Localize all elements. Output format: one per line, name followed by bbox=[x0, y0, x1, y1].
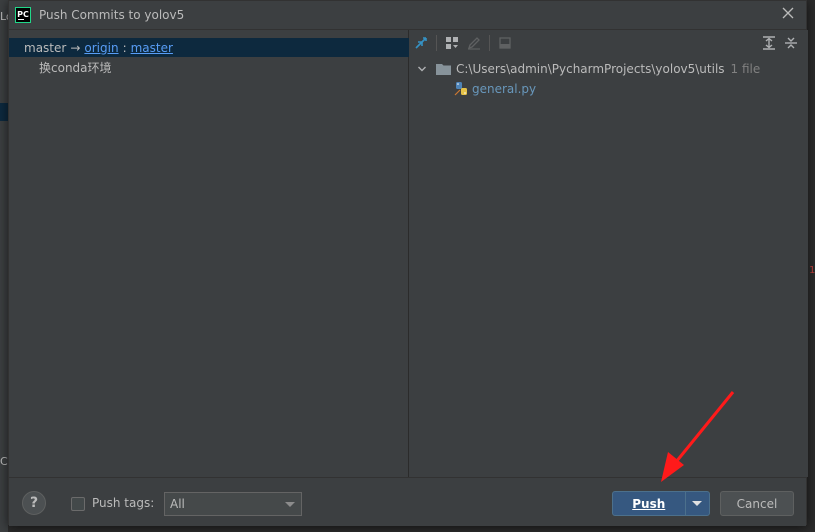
shelve-icon[interactable] bbox=[494, 33, 516, 53]
push-tags-dropdown[interactable]: All bbox=[164, 492, 302, 516]
toolbar-separator bbox=[436, 35, 437, 51]
commit-item[interactable]: 换conda环境 bbox=[39, 59, 112, 76]
expand-all-icon[interactable] bbox=[758, 33, 780, 53]
push-options-dropdown[interactable] bbox=[686, 492, 710, 515]
close-icon[interactable] bbox=[780, 6, 796, 22]
toolbar-right-group bbox=[758, 33, 802, 53]
file-tree-node[interactable]: general.py bbox=[454, 80, 536, 98]
background-left-selection bbox=[0, 103, 8, 121]
push-arrow: → bbox=[70, 40, 81, 55]
local-branch-name: master bbox=[24, 40, 67, 55]
push-split-button[interactable]: Push bbox=[612, 491, 710, 516]
toolbar-separator bbox=[489, 35, 490, 51]
branch-mapping-row[interactable]: master → origin : master bbox=[9, 38, 409, 57]
commits-pane: master → origin : master 换conda环境 bbox=[9, 30, 409, 477]
push-tags-checkbox[interactable] bbox=[71, 497, 85, 511]
background-ide-left-strip bbox=[0, 0, 8, 532]
dialog-footer: ? Push tags: All Push Cancel bbox=[9, 477, 806, 526]
remote-name-link[interactable]: origin bbox=[84, 41, 118, 55]
python-file-icon bbox=[454, 81, 470, 97]
file-name: general.py bbox=[472, 82, 537, 96]
show-diff-icon[interactable] bbox=[410, 33, 432, 53]
folder-icon bbox=[436, 63, 452, 75]
folder-tree-node[interactable]: C:\Users\admin\PycharmProjects\yolov5\ut… bbox=[416, 60, 760, 78]
dialog-title: Push Commits to yolov5 bbox=[39, 8, 185, 22]
remote-separator: : bbox=[122, 40, 127, 55]
push-button[interactable]: Push bbox=[613, 492, 686, 515]
dialog-content: master → origin : master 换conda环境 C:\Use… bbox=[9, 29, 808, 477]
background-left-text-lower: C bbox=[0, 455, 8, 468]
chevron-down-icon[interactable] bbox=[416, 63, 428, 75]
folder-path: C:\Users\admin\PycharmProjects\yolov5\ut… bbox=[456, 62, 725, 76]
chevron-down-icon bbox=[692, 501, 703, 506]
file-count: 1 file bbox=[730, 62, 761, 76]
background-right-line-number: 1 bbox=[809, 265, 815, 276]
push-commits-dialog: PC Push Commits to yolov5 master → origi… bbox=[8, 0, 808, 526]
collapse-all-icon[interactable] bbox=[780, 33, 802, 53]
pycharm-app-icon: PC bbox=[15, 7, 31, 23]
remote-branch-link[interactable]: master bbox=[131, 41, 173, 55]
dropdown-caret-icon bbox=[285, 502, 295, 507]
changed-files-pane: C:\Users\admin\PycharmProjects\yolov5\ut… bbox=[410, 30, 808, 477]
dialog-titlebar: PC Push Commits to yolov5 bbox=[9, 1, 806, 29]
group-by-icon[interactable] bbox=[441, 33, 463, 53]
help-button[interactable]: ? bbox=[22, 491, 46, 515]
edit-source-icon[interactable] bbox=[463, 33, 485, 53]
cancel-button[interactable]: Cancel bbox=[720, 491, 794, 516]
background-left-text: Lo bbox=[0, 10, 8, 23]
push-tags-selected-value: All bbox=[170, 497, 185, 511]
files-toolbar bbox=[410, 30, 808, 56]
push-tags-label: Push tags: bbox=[92, 496, 155, 510]
